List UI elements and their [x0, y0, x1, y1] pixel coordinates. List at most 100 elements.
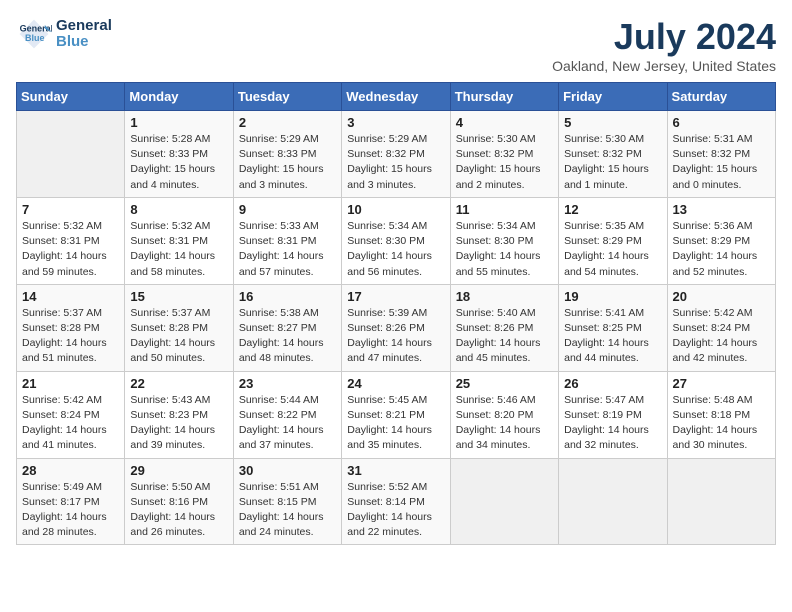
day-info: Sunrise: 5:46 AM Sunset: 8:20 PM Dayligh…	[456, 393, 553, 454]
day-info: Sunrise: 5:29 AM Sunset: 8:32 PM Dayligh…	[347, 132, 444, 193]
week-row-3: 14 Sunrise: 5:37 AM Sunset: 8:28 PM Dayli…	[17, 284, 776, 371]
calendar-cell	[559, 458, 667, 545]
week-row-2: 7Sunrise: 5:32 AM Sunset: 8:31 PM Daylig…	[17, 197, 776, 284]
calendar-cell: 11Sunrise: 5:34 AM Sunset: 8:30 PM Dayli…	[450, 197, 558, 284]
day-info: Sunrise: 5:38 AM Sunset: 8:27 PM Dayligh…	[239, 306, 336, 367]
logo-icon: General Blue	[16, 16, 52, 52]
day-number: 23	[239, 376, 336, 391]
day-info: Sunrise: 5:47 AM Sunset: 8:19 PM Dayligh…	[564, 393, 661, 454]
day-number: 28	[22, 463, 119, 478]
day-number: 2	[239, 115, 336, 130]
day-info: Sunrise: 5:35 AM Sunset: 8:29 PM Dayligh…	[564, 219, 661, 280]
day-info: Sunrise: 5:37 AM Sunset: 8:28 PM Dayligh…	[130, 306, 227, 367]
day-number: 27	[673, 376, 770, 391]
day-info: Sunrise: 5:45 AM Sunset: 8:21 PM Dayligh…	[347, 393, 444, 454]
calendar-cell: 18Sunrise: 5:40 AM Sunset: 8:26 PM Dayli…	[450, 284, 558, 371]
day-number: 10	[347, 202, 444, 217]
calendar-cell: 30 Sunrise: 5:51 AM Sunset: 8:15 PM Dayli…	[233, 458, 341, 545]
calendar-cell: 27 Sunrise: 5:48 AM Sunset: 8:18 PM Dayli…	[667, 371, 775, 458]
week-row-4: 21 Sunrise: 5:42 AM Sunset: 8:24 PM Dayli…	[17, 371, 776, 458]
week-row-1: 1 Sunrise: 5:28 AM Sunset: 8:33 PM Daylig…	[17, 111, 776, 198]
day-number: 6	[673, 115, 770, 130]
day-number: 3	[347, 115, 444, 130]
logo-line1: General	[56, 18, 112, 35]
calendar-cell: 29 Sunrise: 5:50 AM Sunset: 8:16 PM Dayli…	[125, 458, 233, 545]
calendar-cell	[17, 111, 125, 198]
calendar-cell: 21 Sunrise: 5:42 AM Sunset: 8:24 PM Dayli…	[17, 371, 125, 458]
calendar-cell: 26 Sunrise: 5:47 AM Sunset: 8:19 PM Dayli…	[559, 371, 667, 458]
day-info: Sunrise: 5:29 AM Sunset: 8:33 PM Dayligh…	[239, 132, 336, 193]
day-number: 5	[564, 115, 661, 130]
day-info: Sunrise: 5:30 AM Sunset: 8:32 PM Dayligh…	[456, 132, 553, 193]
day-info: Sunrise: 5:42 AM Sunset: 8:24 PM Dayligh…	[673, 306, 770, 367]
svg-text:Blue: Blue	[25, 33, 45, 43]
day-number: 26	[564, 376, 661, 391]
day-info: Sunrise: 5:51 AM Sunset: 8:15 PM Dayligh…	[239, 480, 336, 541]
calendar-cell: 19 Sunrise: 5:41 AM Sunset: 8:25 PM Dayli…	[559, 284, 667, 371]
header-saturday: Saturday	[667, 83, 775, 111]
day-info: Sunrise: 5:41 AM Sunset: 8:25 PM Dayligh…	[564, 306, 661, 367]
header-thursday: Thursday	[450, 83, 558, 111]
day-info: Sunrise: 5:31 AM Sunset: 8:32 PM Dayligh…	[673, 132, 770, 193]
calendar-cell: 3 Sunrise: 5:29 AM Sunset: 8:32 PM Daylig…	[342, 111, 450, 198]
calendar-cell	[667, 458, 775, 545]
main-title: July 2024	[552, 16, 776, 58]
day-number: 8	[130, 202, 227, 217]
day-info: Sunrise: 5:52 AM Sunset: 8:14 PM Dayligh…	[347, 480, 444, 541]
day-info: Sunrise: 5:50 AM Sunset: 8:16 PM Dayligh…	[130, 480, 227, 541]
day-number: 17	[347, 289, 444, 304]
day-number: 13	[673, 202, 770, 217]
day-number: 29	[130, 463, 227, 478]
calendar-cell: 2 Sunrise: 5:29 AM Sunset: 8:33 PM Daylig…	[233, 111, 341, 198]
day-number: 12	[564, 202, 661, 217]
day-info: Sunrise: 5:33 AM Sunset: 8:31 PM Dayligh…	[239, 219, 336, 280]
calendar-cell: 22 Sunrise: 5:43 AM Sunset: 8:23 PM Dayli…	[125, 371, 233, 458]
header-tuesday: Tuesday	[233, 83, 341, 111]
calendar-cell: 9 Sunrise: 5:33 AM Sunset: 8:31 PM Daylig…	[233, 197, 341, 284]
calendar-cell: 23 Sunrise: 5:44 AM Sunset: 8:22 PM Dayli…	[233, 371, 341, 458]
day-number: 14	[22, 289, 119, 304]
day-info: Sunrise: 5:30 AM Sunset: 8:32 PM Dayligh…	[564, 132, 661, 193]
calendar-cell: 13Sunrise: 5:36 AM Sunset: 8:29 PM Dayli…	[667, 197, 775, 284]
day-info: Sunrise: 5:32 AM Sunset: 8:31 PM Dayligh…	[22, 219, 119, 280]
calendar-cell: 20 Sunrise: 5:42 AM Sunset: 8:24 PM Dayli…	[667, 284, 775, 371]
subtitle: Oakland, New Jersey, United States	[552, 58, 776, 74]
calendar-cell: 17 Sunrise: 5:39 AM Sunset: 8:26 PM Dayli…	[342, 284, 450, 371]
day-number: 22	[130, 376, 227, 391]
day-info: Sunrise: 5:39 AM Sunset: 8:26 PM Dayligh…	[347, 306, 444, 367]
day-info: Sunrise: 5:44 AM Sunset: 8:22 PM Dayligh…	[239, 393, 336, 454]
day-info: Sunrise: 5:43 AM Sunset: 8:23 PM Dayligh…	[130, 393, 227, 454]
day-number: 21	[22, 376, 119, 391]
logo: General Blue General Blue	[16, 16, 112, 52]
day-info: Sunrise: 5:28 AM Sunset: 8:33 PM Dayligh…	[130, 132, 227, 193]
day-info: Sunrise: 5:48 AM Sunset: 8:18 PM Dayligh…	[673, 393, 770, 454]
calendar-cell: 6 Sunrise: 5:31 AM Sunset: 8:32 PM Daylig…	[667, 111, 775, 198]
day-number: 15	[130, 289, 227, 304]
day-number: 4	[456, 115, 553, 130]
day-info: Sunrise: 5:32 AM Sunset: 8:31 PM Dayligh…	[130, 219, 227, 280]
header-sunday: Sunday	[17, 83, 125, 111]
calendar-cell: 25Sunrise: 5:46 AM Sunset: 8:20 PM Dayli…	[450, 371, 558, 458]
day-number: 11	[456, 202, 553, 217]
header-monday: Monday	[125, 83, 233, 111]
day-number: 24	[347, 376, 444, 391]
day-number: 30	[239, 463, 336, 478]
title-area: July 2024 Oakland, New Jersey, United St…	[552, 16, 776, 74]
calendar-cell: 1 Sunrise: 5:28 AM Sunset: 8:33 PM Daylig…	[125, 111, 233, 198]
calendar-cell: 31Sunrise: 5:52 AM Sunset: 8:14 PM Dayli…	[342, 458, 450, 545]
day-number: 18	[456, 289, 553, 304]
day-info: Sunrise: 5:42 AM Sunset: 8:24 PM Dayligh…	[22, 393, 119, 454]
calendar-cell: 8 Sunrise: 5:32 AM Sunset: 8:31 PM Daylig…	[125, 197, 233, 284]
day-number: 1	[130, 115, 227, 130]
header-wednesday: Wednesday	[342, 83, 450, 111]
calendar-cell: 28 Sunrise: 5:49 AM Sunset: 8:17 PM Dayli…	[17, 458, 125, 545]
day-info: Sunrise: 5:34 AM Sunset: 8:30 PM Dayligh…	[347, 219, 444, 280]
day-number: 19	[564, 289, 661, 304]
page-header: General Blue General Blue July 2024 Oakl…	[16, 16, 776, 74]
day-number: 9	[239, 202, 336, 217]
day-number: 20	[673, 289, 770, 304]
day-info: Sunrise: 5:49 AM Sunset: 8:17 PM Dayligh…	[22, 480, 119, 541]
week-row-5: 28 Sunrise: 5:49 AM Sunset: 8:17 PM Dayli…	[17, 458, 776, 545]
calendar-cell: 12 Sunrise: 5:35 AM Sunset: 8:29 PM Dayli…	[559, 197, 667, 284]
calendar-table: SundayMondayTuesdayWednesdayThursdayFrid…	[16, 82, 776, 545]
